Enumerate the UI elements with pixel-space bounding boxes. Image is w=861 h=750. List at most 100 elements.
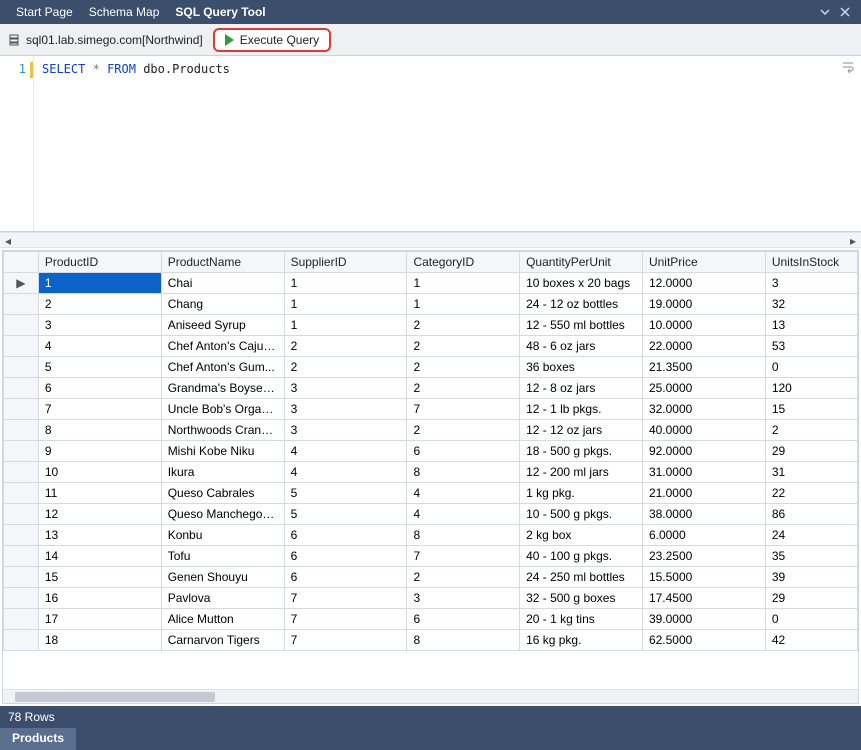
cell[interactable]: 7 <box>284 609 407 630</box>
cell[interactable]: 2 <box>407 315 520 336</box>
row-header[interactable]: ▶ <box>4 273 39 294</box>
tab-sql-query-tool[interactable]: SQL Query Tool <box>167 1 273 23</box>
cell[interactable]: 15.5000 <box>642 567 765 588</box>
sql-code-area[interactable]: SELECT * FROM dbo.Products <box>34 56 861 231</box>
cell[interactable]: 3 <box>38 315 161 336</box>
cell[interactable]: 2 <box>38 294 161 315</box>
close-icon[interactable] <box>837 4 853 20</box>
cell[interactable]: 5 <box>38 357 161 378</box>
table-row[interactable]: 3Aniseed Syrup1212 - 550 ml bottles10.00… <box>4 315 858 336</box>
cell[interactable]: 8 <box>38 420 161 441</box>
cell[interactable]: 10 - 500 g pkgs. <box>520 504 643 525</box>
cell[interactable]: 2 <box>284 357 407 378</box>
cell[interactable]: 4 <box>38 336 161 357</box>
cell[interactable]: 32 <box>765 294 857 315</box>
row-header[interactable] <box>4 588 39 609</box>
cell[interactable]: 17 <box>38 609 161 630</box>
row-header[interactable] <box>4 525 39 546</box>
cell[interactable]: 8 <box>407 525 520 546</box>
sql-editor[interactable]: 1 SELECT * FROM dbo.Products <box>0 56 861 232</box>
cell[interactable]: 29 <box>765 441 857 462</box>
row-header[interactable] <box>4 567 39 588</box>
cell[interactable]: 4 <box>284 441 407 462</box>
cell[interactable]: Genen Shouyu <box>161 567 284 588</box>
tab-schema-map[interactable]: Schema Map <box>81 1 168 23</box>
table-row[interactable]: 9Mishi Kobe Niku4618 - 500 g pkgs.92.000… <box>4 441 858 462</box>
cell[interactable]: 18 - 500 g pkgs. <box>520 441 643 462</box>
cell[interactable]: 12 - 12 oz jars <box>520 420 643 441</box>
cell[interactable]: 40 - 100 g pkgs. <box>520 546 643 567</box>
row-header[interactable] <box>4 462 39 483</box>
cell[interactable]: Northwoods Cranb... <box>161 420 284 441</box>
word-wrap-icon[interactable] <box>841 60 855 74</box>
result-tab-products[interactable]: Products <box>0 728 76 750</box>
cell[interactable]: 12.0000 <box>642 273 765 294</box>
cell[interactable]: 10.0000 <box>642 315 765 336</box>
cell[interactable]: 86 <box>765 504 857 525</box>
cell[interactable]: 1 <box>284 273 407 294</box>
dropdown-icon[interactable] <box>817 4 833 20</box>
cell[interactable]: 4 <box>407 504 520 525</box>
cell[interactable]: 12 - 550 ml bottles <box>520 315 643 336</box>
cell[interactable]: Queso Manchego L... <box>161 504 284 525</box>
cell[interactable]: 31 <box>765 462 857 483</box>
scroll-left-icon[interactable]: ◂ <box>0 233 16 249</box>
cell[interactable]: 62.5000 <box>642 630 765 651</box>
column-header[interactable]: UnitsInStock <box>765 252 857 273</box>
column-header[interactable]: ProductID <box>38 252 161 273</box>
cell[interactable]: Aniseed Syrup <box>161 315 284 336</box>
column-header[interactable]: UnitPrice <box>642 252 765 273</box>
table-row[interactable]: 12Queso Manchego L...5410 - 500 g pkgs.3… <box>4 504 858 525</box>
cell[interactable]: 7 <box>38 399 161 420</box>
cell[interactable]: 19.0000 <box>642 294 765 315</box>
table-row[interactable]: 15Genen Shouyu6224 - 250 ml bottles15.50… <box>4 567 858 588</box>
row-header[interactable] <box>4 609 39 630</box>
cell[interactable]: 6.0000 <box>642 525 765 546</box>
row-header[interactable] <box>4 483 39 504</box>
cell[interactable]: 48 - 6 oz jars <box>520 336 643 357</box>
table-row[interactable]: 16Pavlova7332 - 500 g boxes17.450029 <box>4 588 858 609</box>
cell[interactable]: 2 <box>284 336 407 357</box>
grid-horizontal-scrollbar[interactable] <box>3 689 858 703</box>
table-row[interactable]: 13Konbu682 kg box6.000024 <box>4 525 858 546</box>
cell[interactable]: 35 <box>765 546 857 567</box>
cell[interactable]: 2 kg box <box>520 525 643 546</box>
cell[interactable]: 9 <box>38 441 161 462</box>
cell[interactable]: 22 <box>765 483 857 504</box>
cell[interactable]: 42 <box>765 630 857 651</box>
column-header[interactable]: CategoryID <box>407 252 520 273</box>
cell[interactable]: 7 <box>284 630 407 651</box>
cell[interactable]: 23.2500 <box>642 546 765 567</box>
cell[interactable]: Chai <box>161 273 284 294</box>
table-row[interactable]: 11Queso Cabrales541 kg pkg.21.000022 <box>4 483 858 504</box>
cell[interactable]: 1 <box>407 294 520 315</box>
column-header[interactable]: SupplierID <box>284 252 407 273</box>
cell[interactable]: 7 <box>407 546 520 567</box>
table-row[interactable]: 14Tofu6740 - 100 g pkgs.23.250035 <box>4 546 858 567</box>
cell[interactable]: 2 <box>765 420 857 441</box>
row-header[interactable] <box>4 546 39 567</box>
cell[interactable]: 8 <box>407 630 520 651</box>
row-header[interactable] <box>4 630 39 651</box>
cell[interactable]: 5 <box>284 504 407 525</box>
cell[interactable]: 92.0000 <box>642 441 765 462</box>
cell[interactable]: 13 <box>38 525 161 546</box>
cell[interactable]: Carnarvon Tigers <box>161 630 284 651</box>
cell[interactable]: 22.0000 <box>642 336 765 357</box>
cell[interactable]: 16 kg pkg. <box>520 630 643 651</box>
table-row[interactable]: 4Chef Anton's Cajun...2248 - 6 oz jars22… <box>4 336 858 357</box>
cell[interactable]: 31.0000 <box>642 462 765 483</box>
table-row[interactable]: 10Ikura4812 - 200 ml jars31.000031 <box>4 462 858 483</box>
cell[interactable]: 1 kg pkg. <box>520 483 643 504</box>
table-row[interactable]: 17Alice Mutton7620 - 1 kg tins39.00000 <box>4 609 858 630</box>
table-row[interactable]: 18Carnarvon Tigers7816 kg pkg.62.500042 <box>4 630 858 651</box>
cell[interactable]: 2 <box>407 357 520 378</box>
row-header[interactable] <box>4 294 39 315</box>
cell[interactable]: Uncle Bob's Organi... <box>161 399 284 420</box>
cell[interactable]: 3 <box>284 378 407 399</box>
cell[interactable]: 24 - 250 ml bottles <box>520 567 643 588</box>
cell[interactable]: 3 <box>765 273 857 294</box>
cell[interactable]: 6 <box>284 546 407 567</box>
results-grid-scroll[interactable]: ProductID ProductName SupplierID Categor… <box>3 251 858 689</box>
cell[interactable]: 6 <box>284 567 407 588</box>
